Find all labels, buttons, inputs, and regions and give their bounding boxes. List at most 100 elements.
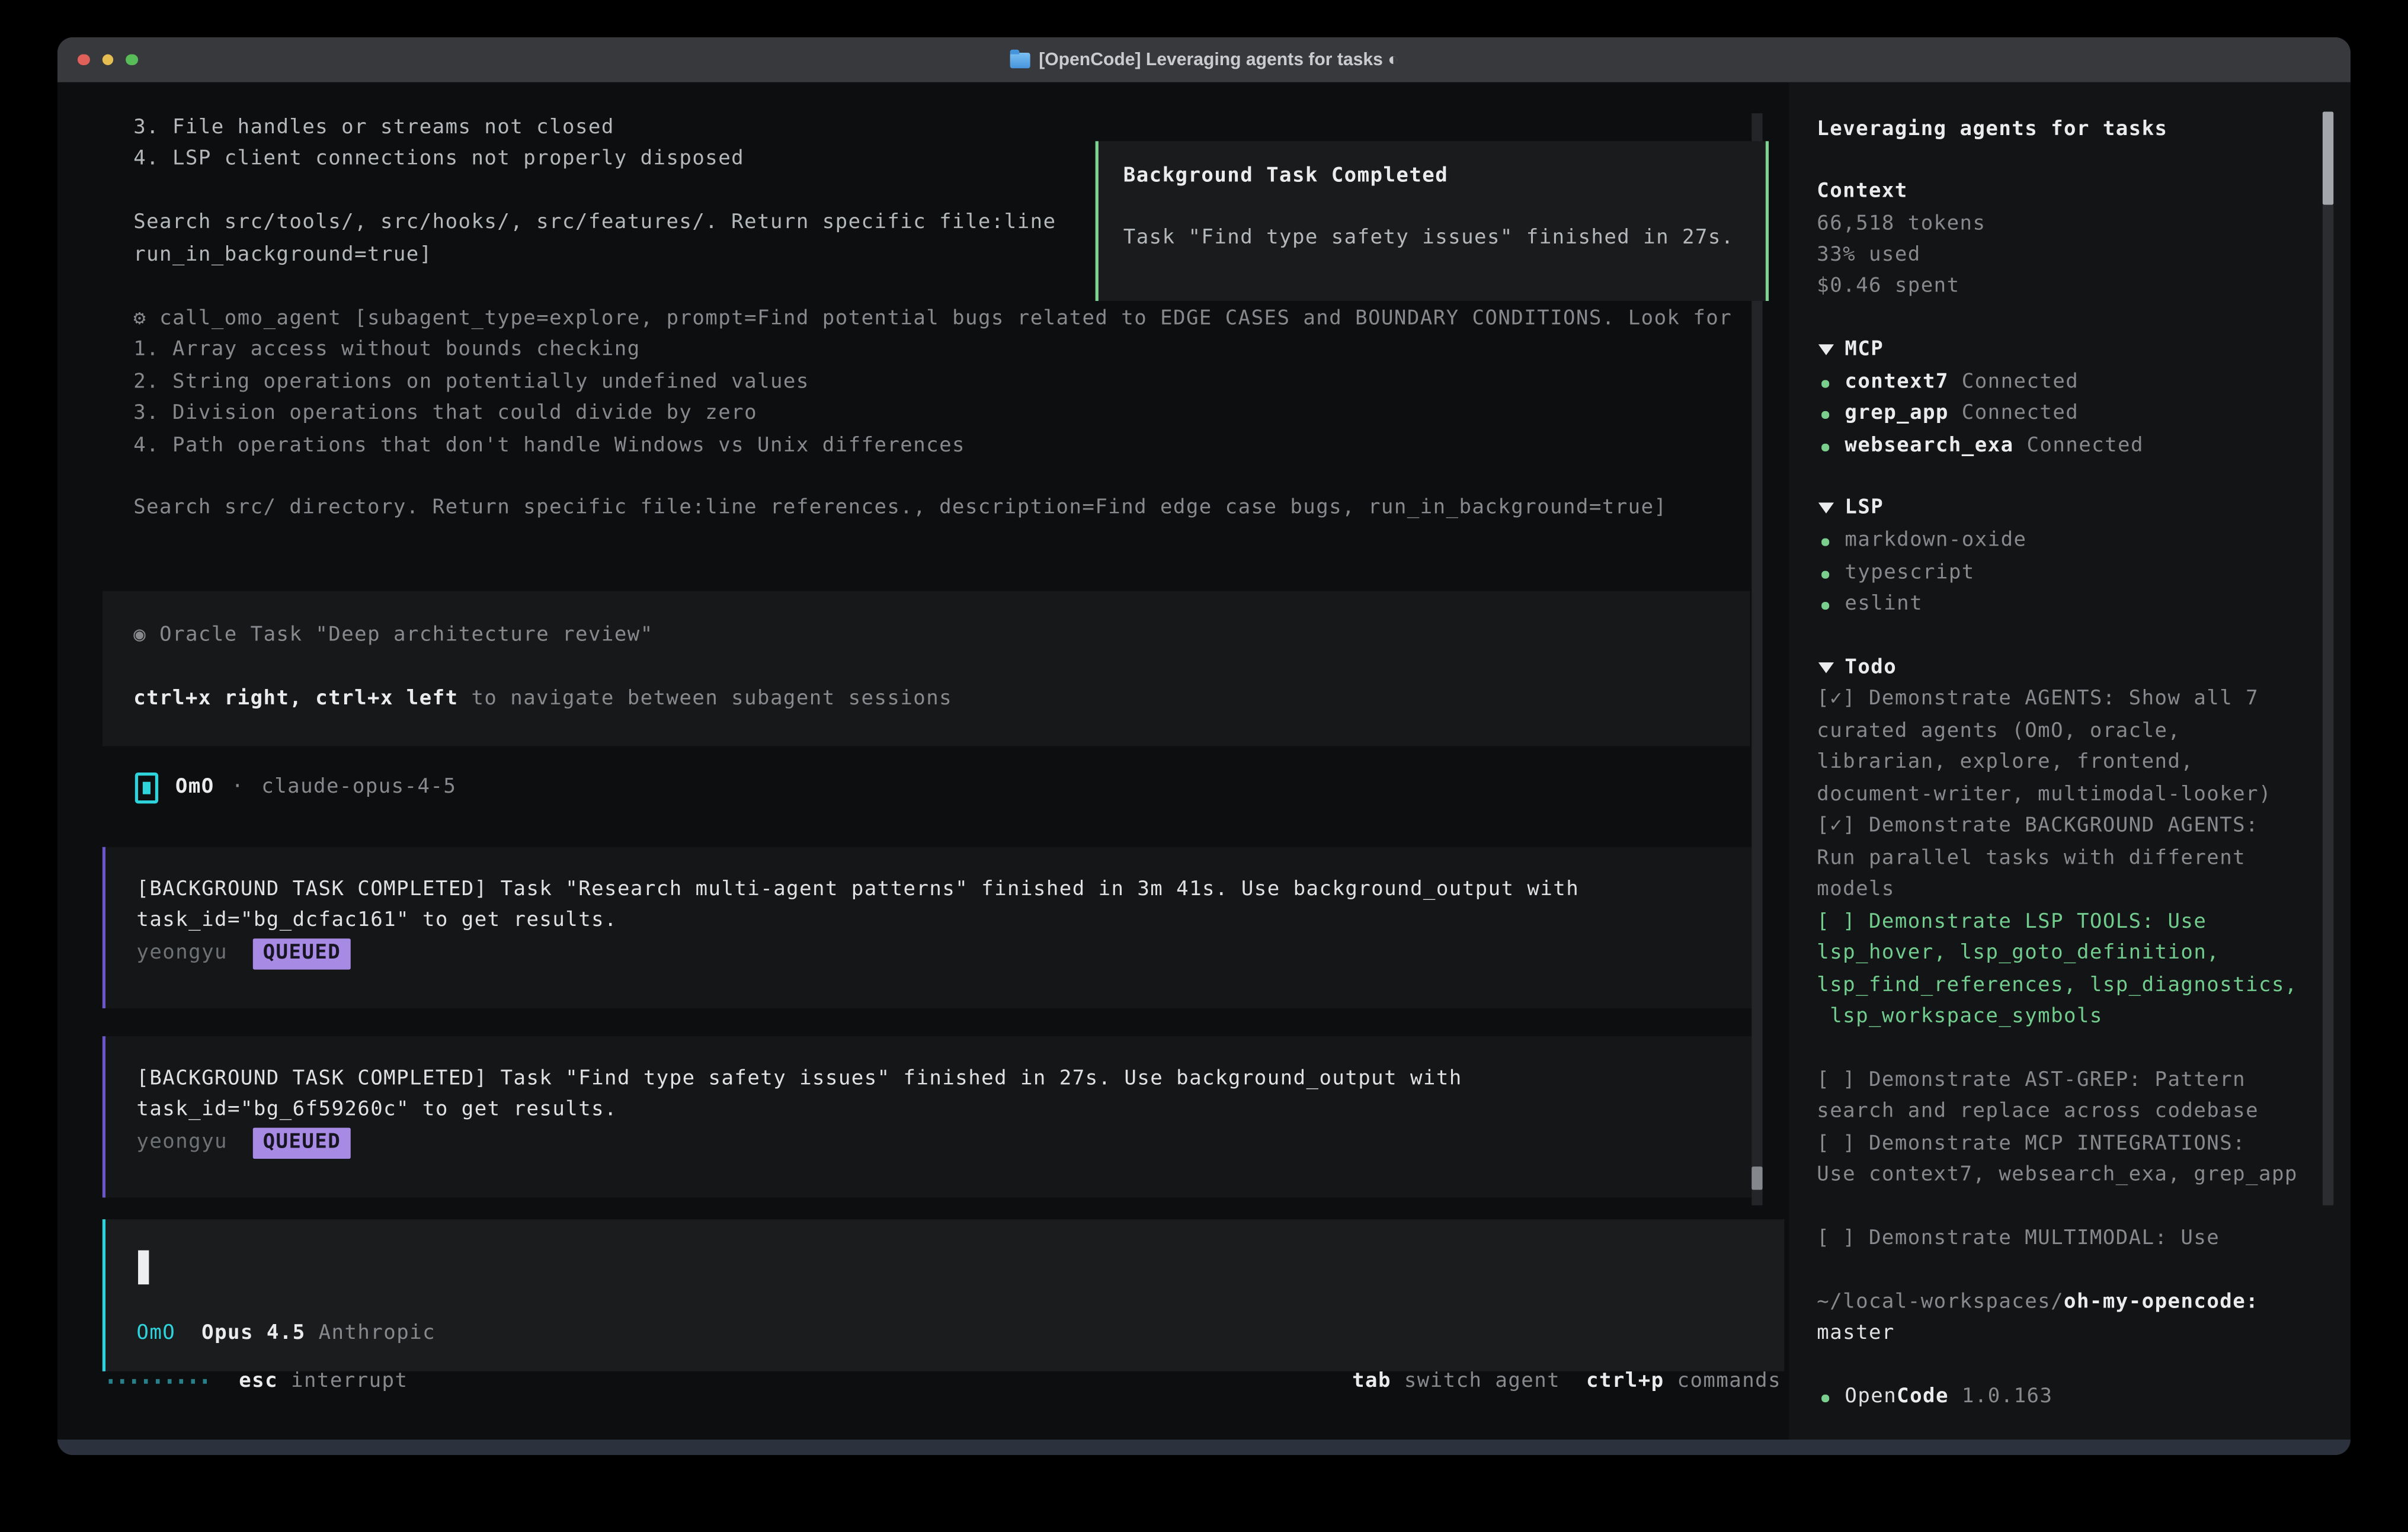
input-agent-name: OmO xyxy=(136,1322,175,1345)
task-card-meta: yeongyu QUEUED xyxy=(136,938,350,969)
todo-heading: Todo xyxy=(1845,653,1897,684)
bullet-icon xyxy=(1821,380,1829,387)
task-user: yeongyu xyxy=(136,1131,228,1154)
zoom-window-button[interactable] xyxy=(126,54,137,66)
agent-header: OmO · claude-opus-4-5 xyxy=(135,770,457,807)
agent-icon xyxy=(135,773,158,803)
todo-line: search and replace across codebase xyxy=(1817,1097,2259,1127)
sidebar-scrollbar[interactable] xyxy=(2323,205,2333,1206)
oracle-task-box: ◉ Oracle Task "Deep architecture review"… xyxy=(103,591,1750,746)
log-line: 3. File handles or streams not closed xyxy=(133,113,614,144)
esc-key-hint: esc xyxy=(239,1370,278,1393)
tool-call-item: 2. String operations on potentially unde… xyxy=(133,368,809,399)
todo-line: [ ] Demonstrate AST-GREP: Pattern xyxy=(1817,1066,2246,1097)
text-cursor xyxy=(138,1251,149,1285)
mcp-name: grep_app xyxy=(1845,402,1948,425)
terminal-main: 3. File handles or streams not closed 4.… xyxy=(57,82,2351,1440)
bullet-icon xyxy=(1821,571,1829,578)
chevron-down-icon xyxy=(1818,502,1834,513)
todo-line: [✓] Demonstrate BACKGROUND AGENTS: xyxy=(1817,811,2259,842)
todo-line: [✓] Demonstrate AGENTS: Show all 7 xyxy=(1817,684,2259,715)
app-version: 1.0.163 xyxy=(1949,1385,2052,1408)
keybind-hint: to navigate between subagent sessions xyxy=(459,687,953,710)
esc-key-label: interrupt xyxy=(278,1370,408,1393)
bullet-icon xyxy=(1821,1395,1829,1402)
keybind-text: ctrl+x right, ctrl+x left xyxy=(133,687,458,710)
ctrlp-key-label: commands xyxy=(1664,1370,1781,1393)
task-user: yeongyu xyxy=(136,941,228,964)
input-model: Opus 4.5 xyxy=(201,1322,305,1345)
record-icon: ◉ xyxy=(133,624,146,647)
opencode-window: [OpenCode] Leveraging agents for tasks ◐… xyxy=(57,37,2351,1455)
input-provider: Anthropic xyxy=(319,1322,436,1345)
todo-line: [ ] Demonstrate MULTIMODAL: Use xyxy=(1817,1224,2220,1255)
todo-line-active: lsp_find_references, lsp_diagnostics, xyxy=(1817,971,2298,1002)
todo-line: librarian, explore, frontend, xyxy=(1817,748,2194,778)
workspace-repo: oh-my-opencode: xyxy=(2064,1291,2259,1314)
lsp-name: markdown-oxide xyxy=(1845,526,2026,557)
bullet-icon xyxy=(1821,444,1829,451)
todo-line: models xyxy=(1817,875,1895,906)
toast-title: Background Task Completed xyxy=(1123,161,1448,192)
folder-icon xyxy=(1009,52,1029,68)
chevron-down-icon xyxy=(1818,344,1834,355)
task-card: [BACKGROUND TASK COMPLETED] Task "Resear… xyxy=(103,847,1753,1008)
tool-call-item: 1. Array access without bounds checking xyxy=(133,335,640,366)
close-window-button[interactable] xyxy=(78,54,89,66)
todo-line: Run parallel tasks with different xyxy=(1817,844,2246,874)
main-scrollbar-thumb[interactable] xyxy=(1751,1166,1762,1190)
bullet-icon xyxy=(1821,411,1829,418)
prompt-input[interactable]: OmO Opus 4.5 Anthropic xyxy=(103,1219,1784,1371)
context-heading: Context xyxy=(1817,177,1908,208)
tool-call-text: call_omo_agent [subagent_type=explore, p… xyxy=(159,307,1732,330)
background-task-toast[interactable]: Background Task Completed Task "Find typ… xyxy=(1096,141,1769,301)
task-card-line1: [BACKGROUND TASK COMPLETED] Task "Resear… xyxy=(136,875,1579,906)
window-title: [OpenCode] Leveraging agents for tasks ◐ xyxy=(1039,50,1398,69)
separator-dot: · xyxy=(232,773,245,803)
todo-line-active: [ ] Demonstrate LSP TOOLS: Use xyxy=(1817,908,2207,938)
tool-call-item: 4. Path operations that don't handle Win… xyxy=(133,431,965,462)
input-footer: OmO Opus 4.5 Anthropic xyxy=(136,1319,436,1350)
workspace-branch: master xyxy=(1817,1319,1895,1350)
lsp-name: typescript xyxy=(1845,559,1974,589)
oracle-task-line: ◉ Oracle Task "Deep architecture review" xyxy=(133,620,653,651)
tab-key-label: switch agent xyxy=(1391,1370,1560,1393)
status-badge: QUEUED xyxy=(254,1128,350,1159)
app-name: Open xyxy=(1845,1385,1897,1408)
todo-line: curated agents (OmO, oracle, xyxy=(1817,717,2180,748)
workspace-dir: ~/local-workspaces/ xyxy=(1817,1291,2064,1314)
window-bottom-edge xyxy=(57,1440,2351,1455)
tool-call-line: ⚙ call_omo_agent [subagent_type=explore,… xyxy=(133,304,1732,335)
task-card-line2: task_id="bg_6f59260c" to get results. xyxy=(136,1095,617,1126)
todo-line: document-writer, multimodal-looker) xyxy=(1817,780,2272,811)
todo-line-active: lsp_hover, lsp_goto_definition, xyxy=(1817,938,2220,969)
log-line: 4. LSP client connections not properly d… xyxy=(133,145,744,175)
subagent-nav-hint: ctrl+x right, ctrl+x left to navigate be… xyxy=(133,684,952,715)
tool-call-tail: Search src/ directory. Return specific f… xyxy=(133,493,1667,524)
sidebar-scrollbar-thumb[interactable] xyxy=(2323,112,2333,205)
todo-line: Use context7, websearch_exa, grep_app xyxy=(1817,1161,2298,1191)
statusbar-right: tab switch agent ctrl+p commands xyxy=(1352,1367,1781,1398)
todo-line: [ ] Demonstrate MCP INTEGRATIONS: xyxy=(1817,1129,2246,1160)
session-title: Leveraging agents for tasks xyxy=(1817,115,2167,146)
spinner-dots xyxy=(108,1379,211,1384)
app-name-bold: Code xyxy=(1897,1385,1949,1408)
bullet-icon xyxy=(1821,539,1829,546)
task-card-line2: task_id="bg_dcfac161" to get results. xyxy=(136,906,617,937)
mcp-status: Connected xyxy=(2014,434,2144,457)
context-used: 33% used xyxy=(1817,241,1920,271)
log-line: Search src/tools/, src/hooks/, src/featu… xyxy=(133,208,1056,239)
screen: [OpenCode] Leveraging agents for tasks ◐… xyxy=(0,0,2408,1532)
traffic-lights xyxy=(78,37,137,82)
window-title-group: [OpenCode] Leveraging agents for tasks ◐ xyxy=(1009,50,1398,69)
task-card-line1: [BACKGROUND TASK COMPLETED] Task "Find t… xyxy=(136,1064,1462,1095)
title-bar: [OpenCode] Leveraging agents for tasks ◐ xyxy=(57,37,2351,82)
tool-call-item: 3. Division operations that could divide… xyxy=(133,399,757,430)
todo-line-active: lsp_workspace_symbols xyxy=(1817,1002,2103,1033)
oracle-task-title: Oracle Task "Deep architecture review" xyxy=(159,624,654,647)
minimize-window-button[interactable] xyxy=(102,54,114,66)
ctrlp-key-hint: ctrl+p xyxy=(1586,1370,1664,1393)
task-card-meta: yeongyu QUEUED xyxy=(136,1128,350,1159)
chevron-down-icon xyxy=(1818,662,1834,673)
task-card: [BACKGROUND TASK COMPLETED] Task "Find t… xyxy=(103,1036,1753,1197)
